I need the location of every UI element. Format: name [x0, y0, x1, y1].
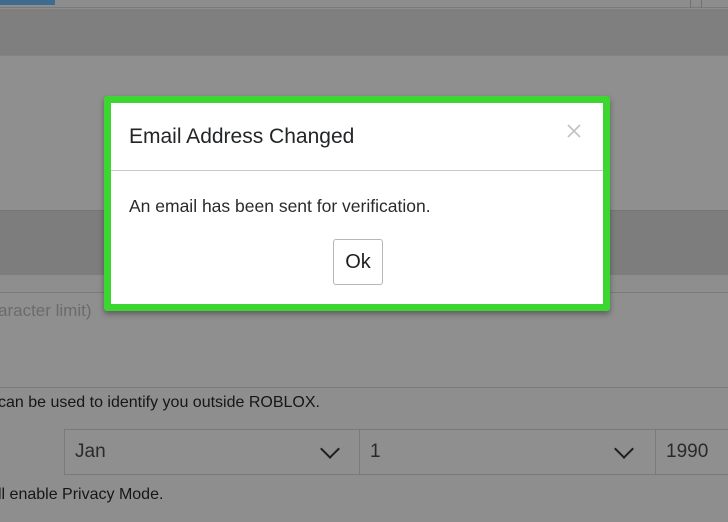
- dialog-message: An email has been sent for verification.: [129, 196, 431, 216]
- birth-month-select[interactable]: Jan: [64, 429, 360, 475]
- close-icon[interactable]: [563, 120, 585, 142]
- description-placeholder: aracter limit): [0, 301, 92, 320]
- header-band: [0, 9, 728, 55]
- dialog-title: Email Address Changed: [129, 125, 355, 148]
- birth-month-value: Jan: [75, 441, 106, 462]
- identity-note: can be used to identify you outside ROBL…: [0, 394, 320, 411]
- dialog-header: Email Address Changed: [111, 103, 603, 171]
- birthday-row: Jan 1 1990: [0, 429, 728, 475]
- email-changed-dialog: Email Address Changed An email has been …: [111, 103, 603, 304]
- birth-year-value: 1990: [666, 441, 709, 462]
- privacy-note: ll enable Privacy Mode.: [0, 486, 164, 503]
- chevron-down-icon: [320, 439, 340, 459]
- birth-day-value: 1: [370, 441, 381, 462]
- top-tab-strip: [0, 0, 728, 8]
- tab-divider: [690, 0, 702, 8]
- birth-day-select[interactable]: 1: [359, 429, 656, 475]
- chevron-down-icon: [614, 439, 634, 459]
- active-tab-indicator: [0, 0, 55, 5]
- ok-button[interactable]: Ok: [333, 239, 383, 285]
- birth-year-select[interactable]: 1990: [655, 429, 728, 475]
